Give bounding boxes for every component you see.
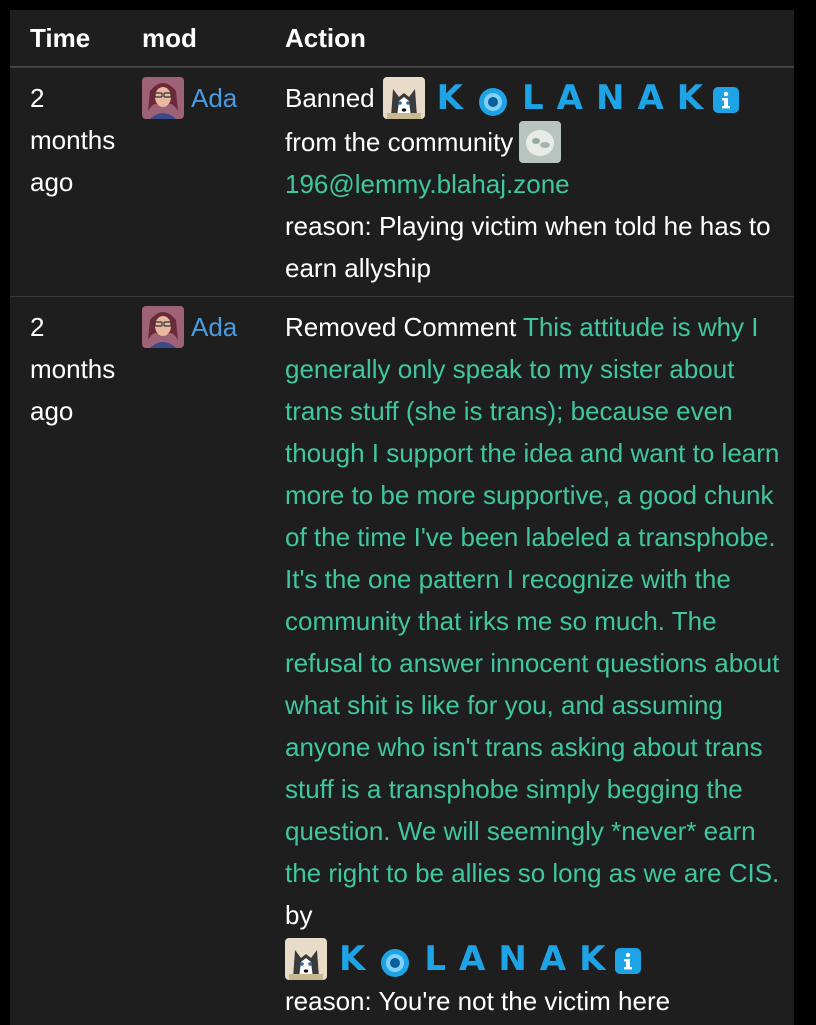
community-avatar[interactable] [519,121,562,163]
time-text: 2 months ago [30,83,116,197]
table-row: 2 months ago Ada [10,296,794,1017]
time-cell: 2 months ago [10,297,122,1017]
time-cell: 2 months ago [10,68,122,296]
mod-name-link[interactable]: Ada [191,306,237,348]
remove-reason: reason: You're not the victim here [285,986,671,1016]
community-prefix: from the community [285,127,514,157]
header-action[interactable]: Action [265,10,794,66]
mod-cell: Ada [122,68,265,296]
mod-avatar[interactable] [142,77,184,119]
action-verb: Removed Comment [285,312,517,342]
header-time[interactable]: Time [10,10,122,66]
by-label: by [285,900,313,930]
mod-cell: Ada [122,297,265,1017]
ban-reason: reason: Playing victim when told he has … [285,211,771,283]
mod-name-link[interactable]: Ada [191,77,237,119]
action-verb: Banned [285,83,375,113]
comment-link[interactable]: This attitude is why I generally only sp… [285,312,779,888]
info-icon [614,945,642,974]
time-text: 2 months ago [30,312,116,426]
removed-comment-text: Removed Comment This attitude is why I g… [285,306,788,936]
mod-avatar[interactable] [142,306,184,348]
info-icon [712,84,740,113]
banned-user-name[interactable]: K LANAK [437,77,716,119]
table-header: Time mod Action [10,10,794,67]
table-row: 2 months ago Ada [10,67,794,296]
action-cell: Removed Comment This attitude is why I g… [265,297,794,1017]
header-mod[interactable]: mod [122,10,265,66]
action-cell: Banned K LANAK from the community 196@le… [265,68,794,296]
community-link[interactable]: 196@lemmy.blahaj.zone [285,163,788,205]
husky-avatar-icon[interactable] [382,77,425,119]
modlog-table: Time mod Action 2 months ago Ada Banned … [10,10,794,1025]
comment-author-name[interactable]: K LANAK [339,938,618,980]
blue-circle-icon [380,946,410,977]
husky-avatar-icon[interactable] [285,938,327,980]
blue-circle-icon [478,85,508,116]
